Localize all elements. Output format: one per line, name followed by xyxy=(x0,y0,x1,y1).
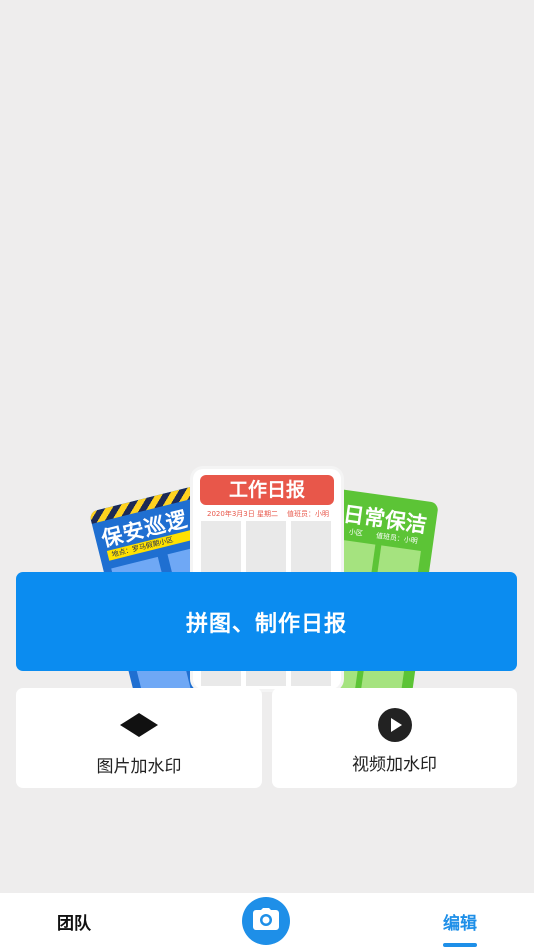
active-tab-indicator xyxy=(443,943,477,947)
photo-watermark-label: 图片加水印 xyxy=(96,757,182,777)
make-daily-report-button[interactable]: 拼图、制作日报 xyxy=(16,572,517,671)
screen: 保安巡逻 地点：罗马假期小区 日常保洁 小区 值班员：小明 工作日报 2020年… xyxy=(0,0,534,949)
tab-team[interactable]: 团队 xyxy=(40,893,108,949)
play-icon xyxy=(377,708,412,742)
camera-icon xyxy=(253,908,279,934)
video-watermark-button[interactable]: 视频加水印 xyxy=(272,688,517,788)
tab-edit[interactable]: 编辑 xyxy=(426,893,494,949)
card-date: 2020年3月3日 星期二 xyxy=(207,510,278,518)
photo-watermark-button[interactable]: 图片加水印 xyxy=(16,688,262,788)
card-subtitle-left: 小区 xyxy=(348,527,364,538)
camera-button[interactable] xyxy=(242,897,290,945)
card-title: 工作日报 xyxy=(200,475,334,505)
diamond-icon xyxy=(119,708,159,742)
card-duty: 值班员：小明 xyxy=(287,510,329,518)
video-watermark-label: 视频加水印 xyxy=(352,755,437,775)
